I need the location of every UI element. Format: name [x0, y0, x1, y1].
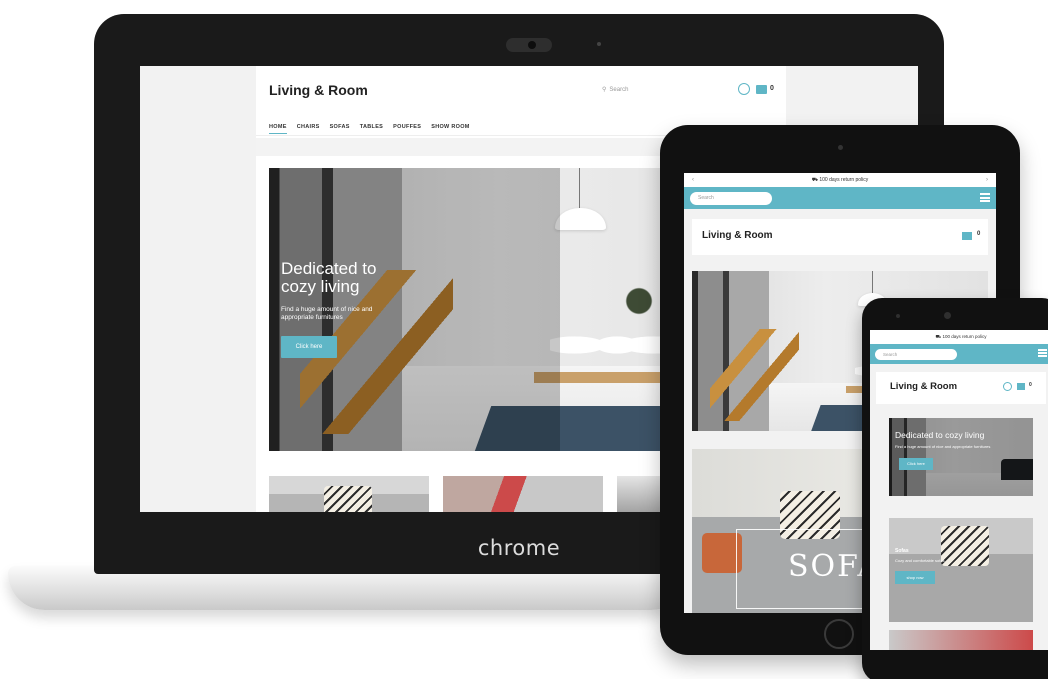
cart-count: 0: [770, 85, 774, 92]
tablet-home-button: [824, 619, 854, 649]
main-nav: HOME CHAIRS SOFAS TABLES POUFFES SHOW RO…: [269, 124, 470, 134]
lamp-cord: [871, 271, 873, 294]
hero-cta-button[interactable]: Click here: [281, 336, 337, 358]
nav-show-room[interactable]: SHOW ROOM: [431, 124, 469, 134]
truck-icon: ⛟: [935, 334, 942, 339]
plant: [620, 281, 657, 321]
hero-subtitle: Find a huge amount of nice and appropria…: [895, 444, 991, 449]
site-header: Living & Room 0: [692, 219, 988, 255]
cart-icon[interactable]: [1017, 383, 1025, 390]
search-bar: Search: [870, 344, 1048, 364]
site-logo[interactable]: Living & Room: [702, 230, 773, 241]
pillow: [941, 526, 989, 566]
promo-bar: ‹ ⛟ 100 days return policy ›: [684, 173, 996, 187]
hero-title: Dedicated to cozy living: [281, 259, 377, 296]
truck-icon: ⛟: [811, 177, 818, 183]
chevron-left-icon[interactable]: ‹: [692, 173, 694, 187]
cart-icon[interactable]: [962, 232, 972, 240]
menu-icon[interactable]: [980, 193, 990, 202]
camera-led: [597, 42, 601, 46]
category-thumb-chairs[interactable]: [443, 476, 603, 512]
promo-bar: ⛟ 100 days return policy: [870, 330, 1048, 344]
pillow: [324, 486, 372, 512]
nav-home[interactable]: HOME: [269, 124, 287, 134]
nav-pouffes[interactable]: POUFFES: [393, 124, 421, 134]
phone-screen: ⛟ 100 days return policy Search Living &…: [870, 330, 1048, 650]
nav-tables[interactable]: TABLES: [360, 124, 383, 134]
cart-count: 0: [977, 231, 981, 237]
user-icon[interactable]: [738, 83, 750, 95]
card-subtitle: Cozy and comfortable sofas: [895, 558, 945, 563]
wooden-chair: [709, 328, 799, 422]
phone-sensor: [944, 312, 951, 319]
site-header: Living & Room 0: [876, 372, 1046, 404]
category-card-sofas[interactable]: Sofas Cozy and comfortable sofas shop no…: [889, 518, 1033, 622]
search-input[interactable]: Search: [690, 192, 772, 205]
hero-title: Dedicated to cozy living: [895, 430, 985, 440]
search-field[interactable]: ⚲ Search: [602, 86, 629, 94]
cart-count: 0: [1029, 382, 1032, 388]
search-input[interactable]: Search: [875, 349, 957, 360]
hero-cta-button[interactable]: Click here: [899, 458, 933, 470]
nav-sofas[interactable]: SOFAS: [330, 124, 350, 134]
cart-icon[interactable]: [756, 85, 767, 94]
hero-subtitle: Find a huge amount of nice and appropria…: [281, 306, 373, 321]
phone: ⛟ 100 days return policy Search Living &…: [862, 298, 1048, 679]
lamp-cord: [579, 168, 581, 208]
promo-text: 100 days return policy: [942, 334, 987, 339]
menu-icon[interactable]: [1038, 349, 1047, 357]
search-bar: Search: [684, 187, 996, 209]
chevron-right-icon[interactable]: ›: [986, 173, 988, 187]
search-icon: ⚲: [602, 87, 607, 93]
webcam: [506, 38, 552, 52]
card-title: Sofas: [895, 548, 909, 554]
hero-banner: Dedicated to cozy living Find a huge amo…: [889, 418, 1033, 496]
dining-chairs: [549, 326, 672, 372]
shop-now-button[interactable]: shop now: [895, 571, 935, 584]
promo-text: 100 days return policy: [819, 177, 869, 183]
site-logo[interactable]: Living & Room: [890, 381, 957, 392]
nav-chairs[interactable]: CHAIRS: [297, 124, 320, 134]
search-placeholder: Search: [609, 86, 629, 93]
tablet-camera: [838, 145, 843, 150]
phone-camera: [896, 314, 900, 318]
category-thumb-sofas[interactable]: [269, 476, 429, 512]
site-logo[interactable]: Living & Room: [269, 82, 368, 98]
category-card-chairs[interactable]: [889, 630, 1033, 650]
user-icon[interactable]: [1003, 382, 1012, 391]
